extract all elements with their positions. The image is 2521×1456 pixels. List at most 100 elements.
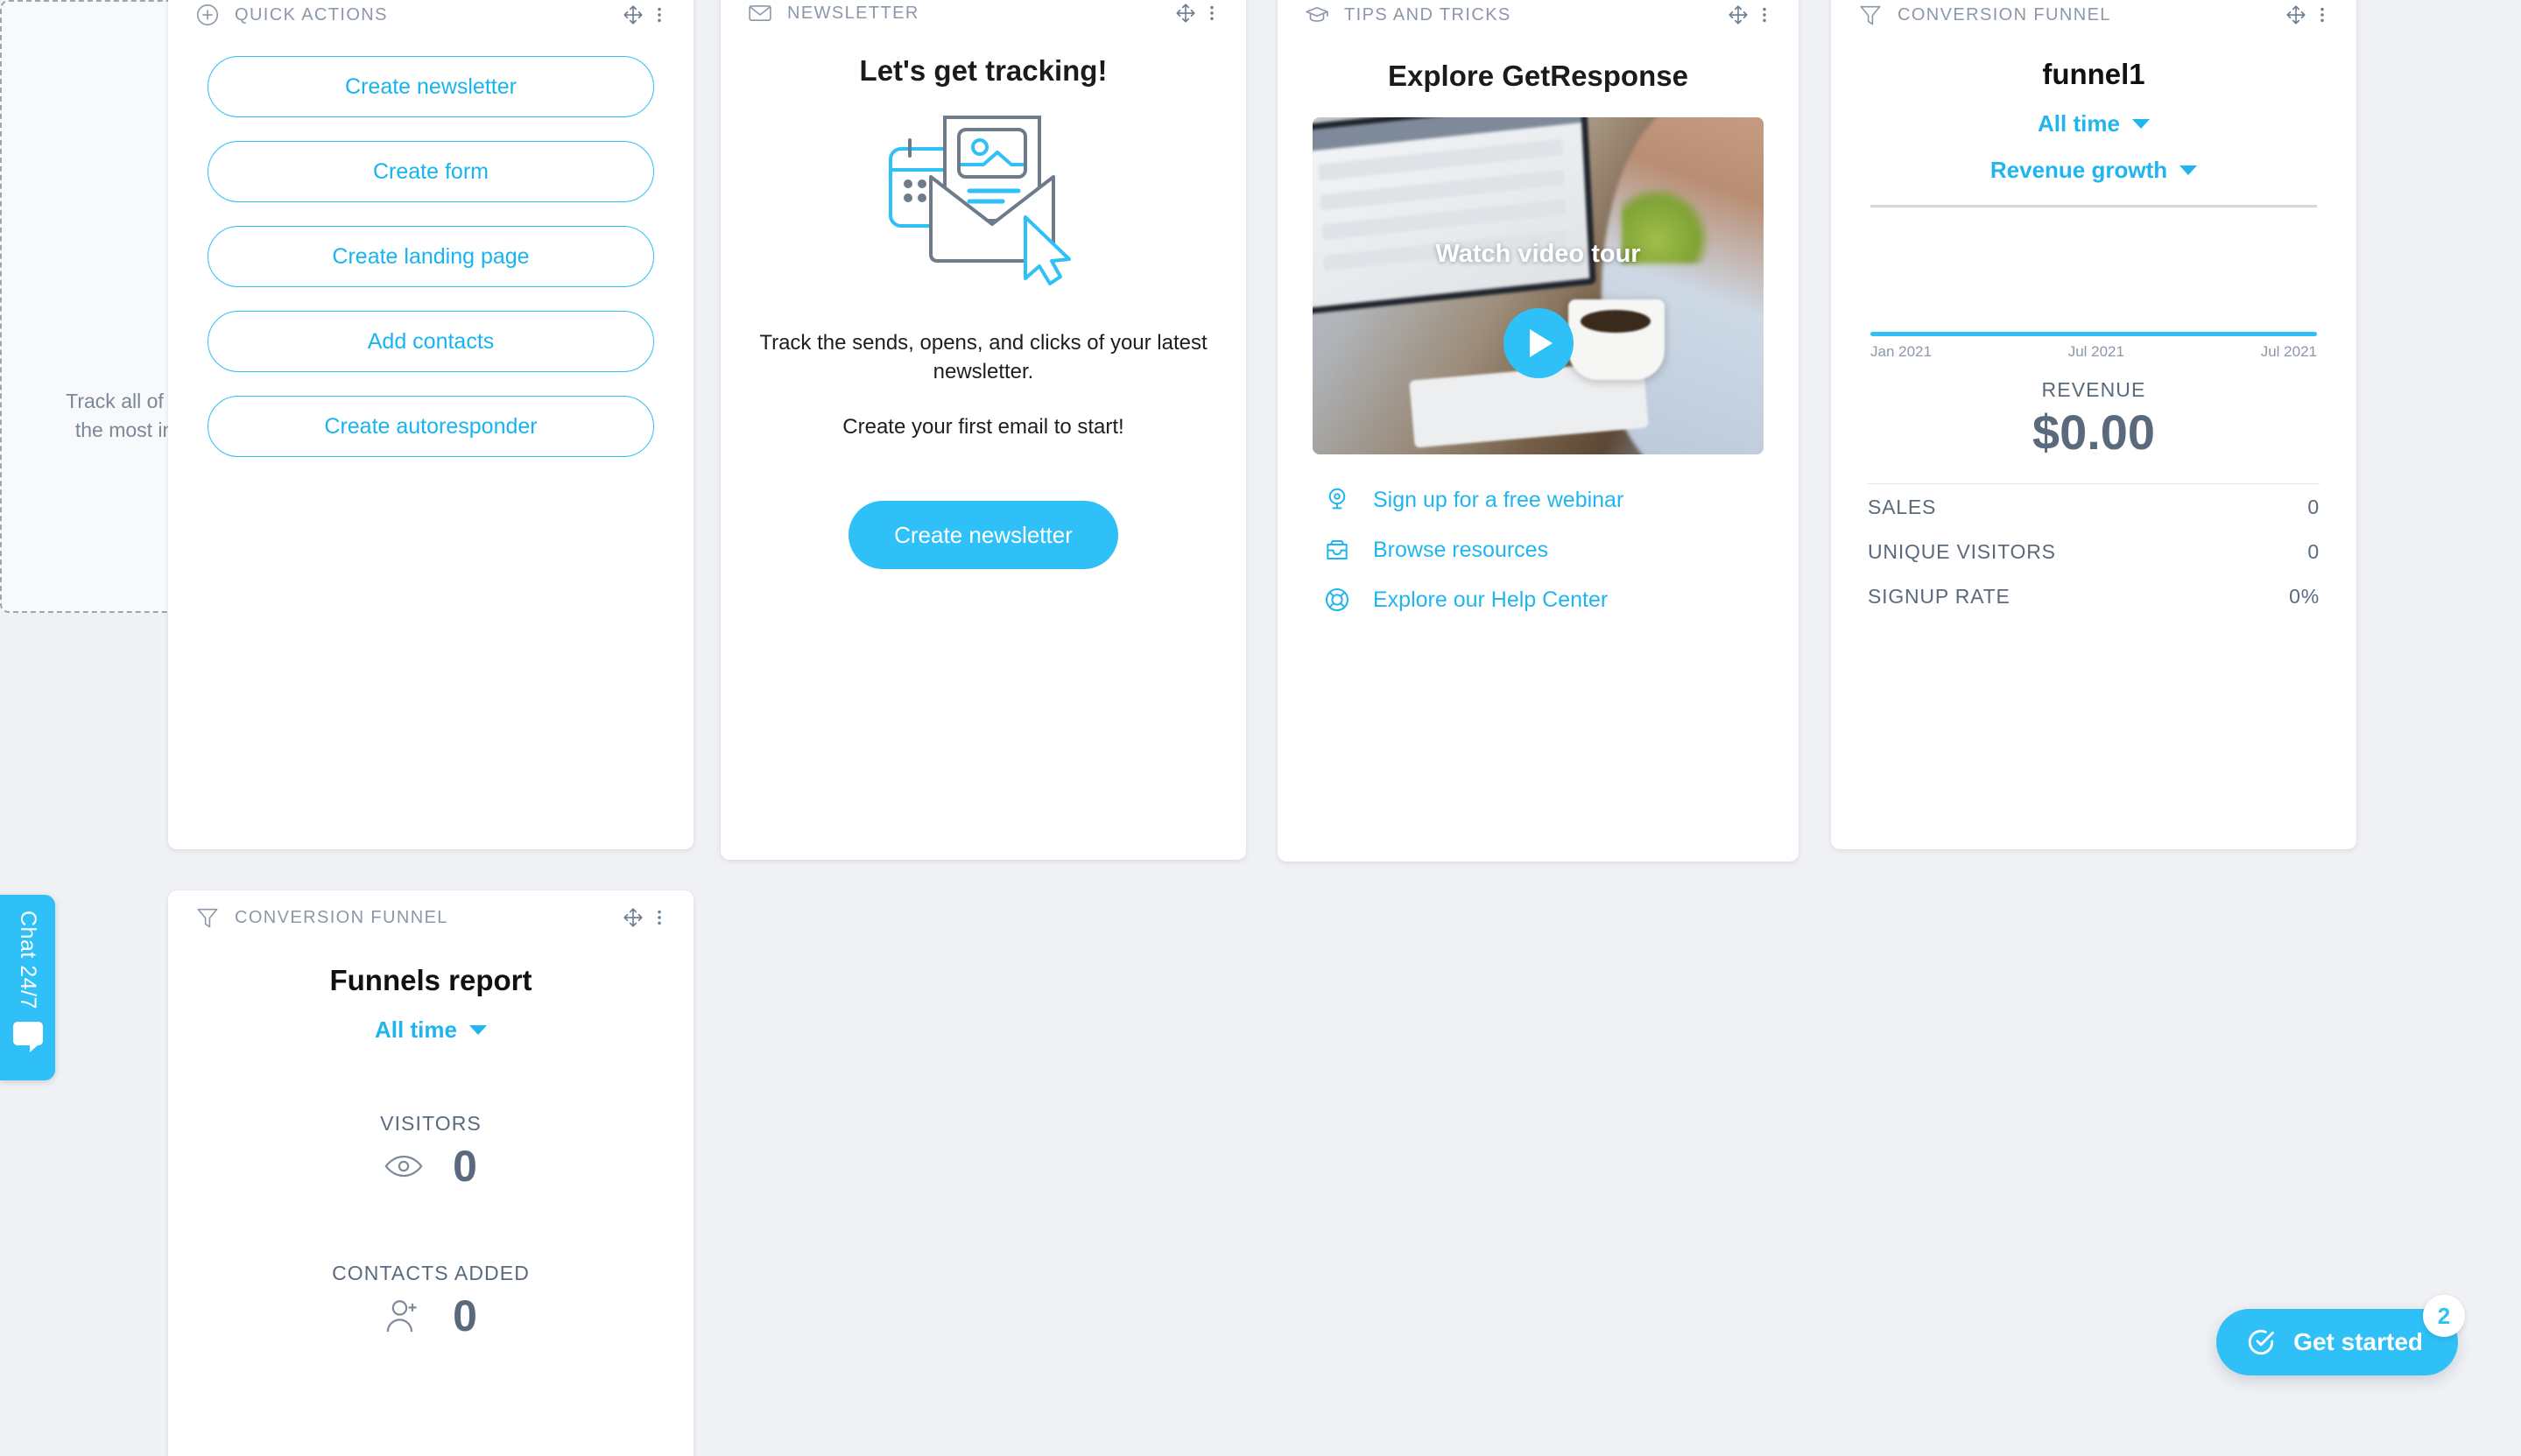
contacts-added-label: CONTACTS ADDED [332, 1262, 530, 1284]
move-widget-icon[interactable] [1171, 0, 1201, 28]
widget-title: QUICK ACTIONS [235, 4, 388, 25]
visitors-value: 0 [453, 1142, 477, 1191]
create-newsletter-button[interactable]: Create newsletter [208, 56, 654, 117]
time-range-dropdown[interactable]: All time [168, 1016, 694, 1044]
get-started-button[interactable]: Get started 2 [2216, 1295, 2465, 1375]
funnel-icon [1857, 2, 1884, 28]
widget-menu-icon[interactable] [648, 903, 671, 932]
funnels-report-title: Funnels report [329, 964, 532, 996]
x-tick-0: Jan 2021 [1870, 343, 1932, 360]
revenue-metric: REVENUE $0.00 [1831, 378, 2356, 461]
metric-value: Revenue growth [1989, 157, 2168, 183]
quick-actions-list: Create newsletter Create form Create lan… [168, 42, 694, 457]
stats-gap [168, 1192, 694, 1262]
webcam-icon [1328, 488, 1346, 510]
photo-coffee-mug [1567, 299, 1665, 381]
help-center-link-label: Explore our Help Center [1373, 587, 1609, 612]
browse-resources-link-label: Browse resources [1373, 537, 1549, 562]
stat-value: 0% [2289, 585, 2320, 608]
move-widget-icon[interactable] [1723, 0, 1753, 30]
newsletter-paragraph-1: Track the sends, opens, and clicks of yo… [759, 331, 1208, 384]
chart-top-rule [1870, 205, 2317, 207]
graduation-cap-icon [1304, 2, 1330, 28]
stat-value: 0 [2307, 540, 2320, 563]
revenue-value: $0.00 [2032, 404, 2156, 460]
help-center-link[interactable]: Explore our Help Center [1323, 586, 1799, 614]
user-plus-icon [386, 1300, 417, 1333]
get-started-label: Get started [2293, 1328, 2423, 1355]
x-tick-2: Jul 2021 [2260, 343, 2317, 360]
quick-actions-widget: QUICK ACTIONS Create newsletter Create f… [168, 0, 694, 849]
create-newsletter-cta-button[interactable]: Create newsletter [849, 501, 1118, 570]
widget-header: QUICK ACTIONS [168, 0, 694, 42]
revenue-label: REVENUE [2041, 378, 2146, 401]
conversion-funnel-widget: CONVERSION FUNNEL funnel1 All time Reven… [1831, 0, 2356, 849]
time-range-value: All time [375, 1016, 457, 1043]
funnels-report-stats: VISITORS 0 CONTACTS ADDED 0 [168, 1112, 694, 1341]
chevron-down-icon [2179, 165, 2198, 175]
widget-header: TIPS AND TRICKS [1278, 0, 1799, 42]
table-row: SALES 0 [1868, 484, 2320, 529]
widget-title: TIPS AND TRICKS [1344, 4, 1511, 25]
funnels-report-widget: CONVERSION FUNNEL Funnels report All tim… [168, 890, 694, 1456]
widget-header: CONVERSION FUNNEL [168, 890, 694, 945]
widget-menu-icon[interactable] [2311, 0, 2334, 30]
table-row: SIGNUP RATE 0% [1868, 573, 2320, 618]
table-row: UNIQUE VISITORS 0 [1868, 529, 2320, 573]
widget-title: CONVERSION FUNNEL [1898, 4, 2111, 25]
chevron-down-icon [2131, 119, 2150, 129]
newsletter-cta-wrap: Create newsletter [721, 501, 1246, 570]
create-landing-page-button[interactable]: Create landing page [208, 226, 654, 287]
chat-bubble-icon [12, 1021, 43, 1052]
newsletter-copy: Track the sends, opens, and clicks of yo… [721, 328, 1246, 441]
stat-label: SALES [1868, 496, 1937, 518]
contacts-added-value: 0 [453, 1291, 477, 1340]
plus-circle-icon [194, 2, 221, 28]
tips-links-list: Sign up for a free webinar Browse resour… [1278, 486, 1799, 614]
newsletter-title: Let's get tracking! [859, 54, 1108, 87]
video-tour-thumbnail[interactable]: Watch video tour [1313, 117, 1764, 454]
widget-title: NEWSLETTER [787, 3, 919, 23]
chart-x-axis: Jan 2021 Jul 2021 Jul 2021 [1870, 343, 2317, 361]
add-contacts-button[interactable]: Add contacts [208, 311, 654, 372]
create-form-button[interactable]: Create form [208, 141, 654, 202]
newsletter-paragraph-2: Create your first email to start! [842, 415, 1124, 440]
chat-tab[interactable]: Chat 24/7 [0, 895, 55, 1080]
chat-tab-label: Chat 24/7 [16, 911, 40, 1009]
webinar-link-label: Sign up for a free webinar [1373, 487, 1624, 512]
widget-header: CONVERSION FUNNEL [1831, 0, 2356, 42]
time-range-dropdown[interactable]: All time [1831, 110, 2356, 137]
chevron-down-icon [468, 1025, 487, 1035]
newsletter-tracking-illustration [721, 110, 1246, 299]
webinar-link[interactable]: Sign up for a free webinar [1323, 486, 1799, 514]
move-widget-icon[interactable] [618, 0, 648, 30]
widget-menu-icon[interactable] [648, 0, 671, 30]
stat-label: UNIQUE VISITORS [1868, 540, 2056, 563]
funnel-icon [194, 904, 221, 931]
eye-icon [384, 1155, 423, 1178]
create-autoresponder-button[interactable]: Create autoresponder [208, 396, 654, 457]
newsletter-widget: NEWSLETTER Let's get tracking! Track the… [721, 0, 1246, 860]
time-range-value: All time [2038, 110, 2120, 137]
envelope-icon [747, 0, 773, 26]
revenue-growth-chart: Jan 2021 Jul 2021 Jul 2021 [1870, 205, 2317, 360]
widget-menu-icon[interactable] [1753, 0, 1776, 30]
move-widget-icon[interactable] [618, 903, 648, 932]
browse-resources-link[interactable]: Browse resources [1323, 536, 1799, 564]
visitors-stat: VISITORS 0 [168, 1112, 694, 1192]
widget-header: NEWSLETTER [721, 0, 1246, 40]
widget-title: CONVERSION FUNNEL [235, 907, 448, 927]
x-tick-1: Jul 2021 [2067, 343, 2124, 360]
move-widget-icon[interactable] [2281, 0, 2311, 30]
play-icon[interactable] [1503, 308, 1574, 378]
check-circle-icon [2249, 1329, 2275, 1355]
tips-and-tricks-widget: TIPS AND TRICKS Explore GetResponse Watc… [1278, 0, 1799, 862]
lifebuoy-icon [1326, 588, 1349, 611]
stat-value: 0 [2307, 496, 2320, 518]
widget-menu-icon[interactable] [1201, 0, 1223, 28]
video-tour-label: Watch video tour [1435, 240, 1641, 268]
metric-dropdown[interactable]: Revenue growth [1831, 157, 2356, 184]
chart-line [1870, 332, 2317, 336]
visitors-label: VISITORS [380, 1112, 482, 1135]
photo-monitor [1313, 117, 1597, 315]
